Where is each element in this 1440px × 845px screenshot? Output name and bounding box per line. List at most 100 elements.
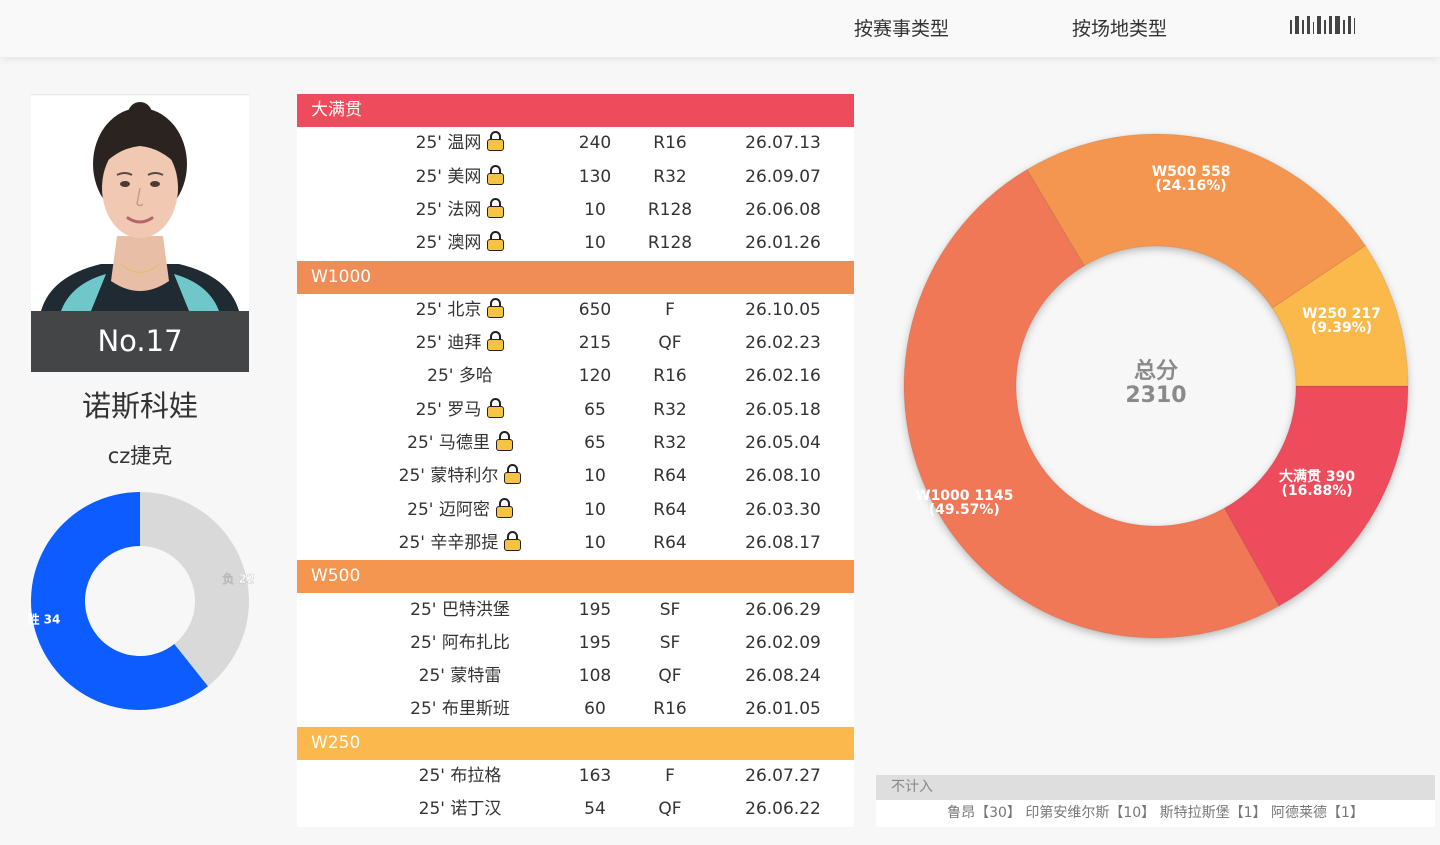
lock-icon [495, 497, 513, 518]
date-cell: 26.07.13 [745, 133, 821, 154]
slice-data-label: 大满贯 390 (16.88%) [1279, 468, 1355, 499]
nav-item-truncated[interactable] [1290, 16, 1386, 34]
tournament-name: 25' 布拉格 [327, 760, 593, 793]
table-row[interactable]: 25' 布拉格 163 F 26.07.27 [297, 760, 854, 793]
nav-by-event-type[interactable]: 按赛事类型 [854, 14, 949, 41]
round-cell: QF [658, 799, 682, 820]
round-cell: R128 [647, 233, 693, 254]
tournament-name: 25' 美网 [327, 161, 593, 194]
tournament-name-text: 25' 美网 [415, 166, 482, 187]
date-cell: 26.02.23 [745, 333, 821, 354]
category-header: W500 [297, 560, 854, 594]
round-cell: R64 [653, 499, 687, 520]
table-row[interactable]: 25' 迈阿密 10 R64 26.03.30 [297, 494, 854, 527]
date-cell: 26.08.10 [745, 466, 821, 487]
table-row[interactable]: 25' 诺丁汉 54 QF 26.06.22 [297, 793, 854, 826]
table-row[interactable]: 25' 阿布扎比 195 SF 26.02.09 [297, 627, 854, 660]
date-cell: 26.06.29 [745, 599, 821, 620]
slice-data-label: W250 217 (9.39%) [1302, 306, 1381, 336]
round-cell: R32 [653, 399, 687, 420]
tournament-points-table: 大满贯 25' 温网 240 R16 26.07.13 25' 美网 130 R32 26.09… [297, 94, 854, 827]
points-cell: 54 [584, 799, 606, 820]
points-cell: 163 [578, 766, 612, 786]
player-rank: No.17 [31, 311, 249, 372]
round-cell: F [665, 299, 675, 320]
tournament-name-text: 25' 迈阿密 [407, 499, 490, 520]
table-row[interactable]: 25' 法网 10 R128 26.06.08 [297, 194, 854, 227]
total-label: 总分 [1134, 358, 1178, 384]
tournament-name: 25' 布里斯班 [327, 693, 593, 726]
round-cell: SF [659, 599, 681, 620]
slice-data-label: W500 558 (24.16%) [1152, 164, 1231, 194]
player-country: cz捷克 [107, 444, 173, 468]
player-name: 诺斯科娃 [81, 389, 198, 423]
points-cell: 60 [584, 699, 606, 720]
date-cell: 26.01.05 [745, 699, 821, 720]
tournament-name-text: 25' 罗马 [415, 399, 482, 420]
points-cell: 65 [584, 399, 606, 420]
date-cell: 26.02.09 [745, 632, 821, 653]
winloss-data-label: 胜 34 [27, 612, 60, 627]
uncounted-title: 不计入 [876, 775, 1435, 800]
points-cell: 240 [578, 133, 612, 154]
tournament-name: 25' 马德里 [327, 427, 593, 460]
lock-icon [504, 464, 522, 485]
table-row[interactable]: 25' 马德里 65 R32 26.05.04 [297, 427, 854, 460]
table-row[interactable]: 25' 多哈 120 R16 26.02.16 [297, 360, 854, 393]
tournament-name-text: 25' 诺丁汉 [418, 799, 502, 820]
tournament-name-text: 25' 多哈 [427, 366, 493, 387]
table-row[interactable]: 25' 巴特洪堡 195 SF 26.06.29 [297, 594, 854, 627]
tournament-name: 25' 蒙特利尔 [327, 460, 593, 493]
tournament-name: 25' 巴特洪堡 [327, 594, 593, 627]
date-cell: 26.05.18 [745, 399, 821, 420]
tournament-name: 25' 温网 [327, 127, 593, 160]
table-row[interactable]: 25' 温网 240 R16 26.07.13 [297, 127, 854, 160]
tournament-name-text: 25' 迪拜 [415, 333, 482, 354]
tournament-name: 25' 蒙特雷 [327, 660, 593, 693]
date-cell: 26.06.08 [745, 199, 821, 220]
round-cell: R16 [653, 699, 687, 720]
date-cell: 26.06.22 [745, 799, 821, 820]
round-cell: R16 [653, 133, 687, 154]
points-cell: 10 [584, 466, 606, 487]
lock-icon [487, 397, 505, 418]
points-cell: 108 [578, 666, 612, 687]
table-row[interactable]: 25' 辛辛那提 10 R64 26.08.17 [297, 527, 854, 560]
table-row[interactable]: 25' 美网 130 R32 26.09.07 [297, 161, 854, 194]
lock-icon [487, 197, 505, 218]
lock-icon [487, 297, 505, 318]
points-cell: 650 [578, 299, 612, 320]
points-cell: 195 [578, 632, 612, 653]
tournament-name: 25' 迪拜 [327, 327, 593, 360]
tournament-name-text: 25' 法网 [415, 199, 482, 220]
date-cell: 26.10.05 [745, 299, 821, 320]
lock-icon [487, 331, 505, 352]
tournament-name: 25' 法网 [327, 194, 593, 227]
tournament-name: 25' 迈阿密 [327, 494, 593, 527]
table-row[interactable]: 25' 迪拜 215 QF 26.02.23 [297, 327, 854, 360]
tournament-name: 25' 北京 [327, 294, 593, 327]
tournament-name-text: 25' 蒙特雷 [418, 666, 502, 687]
date-cell: 26.09.07 [745, 166, 821, 187]
date-cell: 26.07.27 [745, 766, 821, 786]
tournament-name: 25' 罗马 [327, 394, 593, 427]
round-cell: R64 [653, 466, 687, 487]
table-row[interactable]: 25' 北京 650 F 26.10.05 [297, 294, 854, 327]
table-row[interactable]: 25' 蒙特雷 108 QF 26.08.24 [297, 660, 854, 693]
table-row[interactable]: 25' 罗马 65 R32 26.05.18 [297, 394, 854, 427]
tournament-name-text: 25' 温网 [415, 133, 482, 154]
table-row[interactable]: 25' 澳网 10 R128 26.01.26 [297, 227, 854, 260]
tournament-name-text: 25' 巴特洪堡 [410, 599, 510, 620]
tournament-name: 25' 辛辛那提 [327, 527, 593, 560]
category-header: 大满贯 [297, 94, 854, 127]
tournament-name: 25' 阿布扎比 [327, 627, 593, 660]
table-row[interactable]: 25' 布里斯班 60 R16 26.01.05 [297, 693, 854, 726]
lock-icon [495, 431, 513, 451]
points-cell: 10 [584, 199, 606, 220]
nav-by-surface-type[interactable]: 按场地类型 [1072, 14, 1167, 41]
round-cell: R64 [653, 532, 687, 553]
table-row[interactable]: 25' 蒙特利尔 10 R64 26.08.10 [297, 460, 854, 493]
player-photo [31, 96, 249, 311]
tournament-name-text: 25' 阿布扎比 [410, 632, 510, 653]
round-cell: QF [658, 666, 682, 687]
